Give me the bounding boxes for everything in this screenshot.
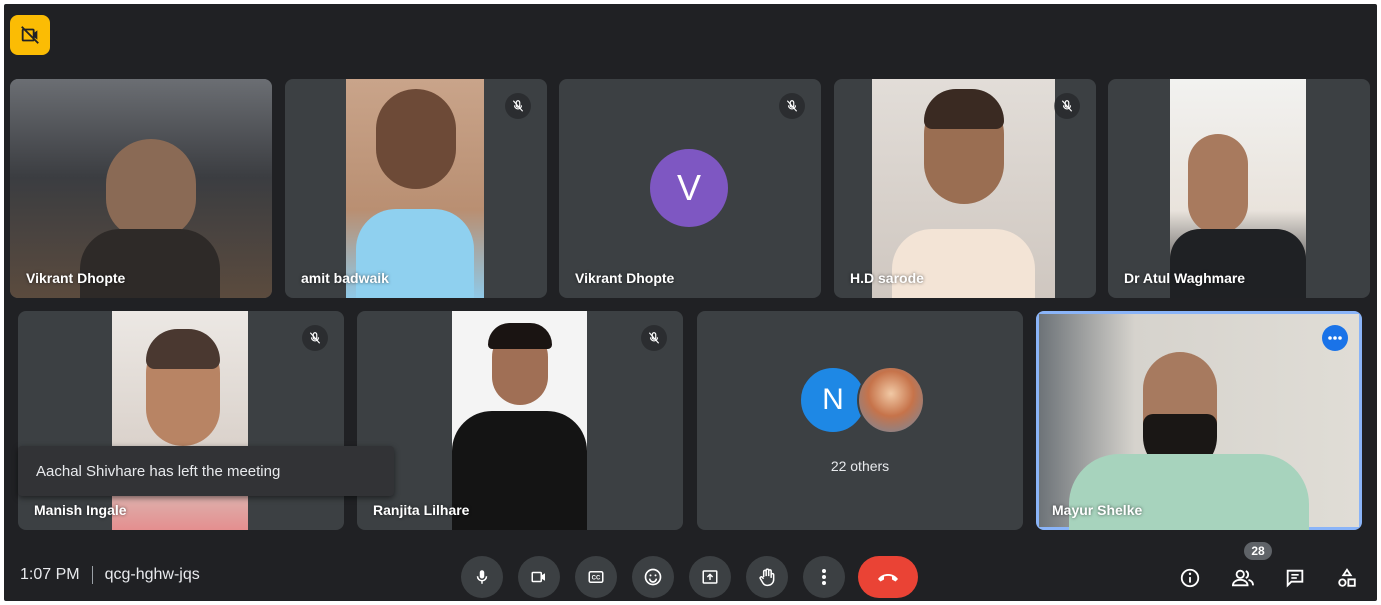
participant-name: Mayur Shelke — [1052, 502, 1143, 518]
meeting-time: 1:07 PM — [20, 566, 80, 583]
hang-up-icon — [878, 574, 898, 582]
mic-off-icon — [641, 325, 667, 351]
notification-toast: Aachal Shivhare has left the meeting — [18, 446, 394, 496]
participant-avatar-photo — [857, 366, 925, 434]
emoji-button[interactable] — [632, 556, 674, 598]
people-count-badge: 28 — [1244, 542, 1272, 560]
recording-indicator-icon[interactable] — [10, 15, 50, 55]
participant-video — [1039, 314, 1359, 530]
participant-tile[interactable]: H.D sarode — [834, 79, 1096, 298]
meeting-info: 1:07 PM qcg-hghw-jqs — [20, 566, 200, 584]
mic-off-icon — [1054, 93, 1080, 119]
present-icon — [702, 570, 718, 584]
captions-button[interactable]: CC — [575, 556, 617, 598]
participant-tile[interactable]: Mayur Shelke — [1036, 311, 1362, 530]
participant-tile[interactable]: Manish Ingale — [18, 311, 344, 530]
present-button[interactable] — [689, 556, 731, 598]
activities-icon — [1338, 568, 1356, 587]
microphone-icon — [476, 570, 488, 584]
camera-icon — [531, 571, 545, 583]
info-icon — [1180, 568, 1200, 588]
chat-button[interactable] — [1279, 562, 1311, 594]
participant-name: Vikrant Dhopte — [575, 270, 675, 286]
captions-icon: CC — [588, 571, 604, 583]
chat-icon — [1286, 569, 1304, 588]
participant-video — [10, 79, 272, 298]
others-count-label: 22 others — [830, 458, 890, 474]
participant-name: H.D sarode — [850, 270, 924, 286]
raise-hand-button[interactable] — [746, 556, 788, 598]
camera-button[interactable] — [518, 556, 560, 598]
svg-text:CC: CC — [592, 576, 601, 582]
mic-off-icon — [505, 93, 531, 119]
participant-name: Ranjita Lilhare — [373, 502, 470, 518]
participant-video — [872, 79, 1055, 298]
participant-video — [452, 311, 587, 530]
participant-name: Dr Atul Waghmare — [1124, 270, 1246, 286]
participant-tile[interactable]: Ranjita Lilhare — [357, 311, 683, 530]
microphone-button[interactable] — [461, 556, 503, 598]
participant-name: Manish Ingale — [34, 502, 127, 518]
people-icon — [1231, 569, 1254, 587]
divider — [91, 566, 93, 584]
participant-name: Vikrant Dhopte — [26, 270, 126, 286]
people-button[interactable] — [1227, 562, 1259, 594]
more-options-icon — [822, 569, 826, 585]
participant-name: amit badwaik — [301, 270, 389, 286]
participant-video — [346, 79, 484, 298]
participant-tile[interactable]: amit badwaik — [285, 79, 547, 298]
activities-button[interactable] — [1331, 562, 1363, 594]
mic-off-icon — [779, 93, 805, 119]
more-options-icon[interactable] — [1322, 325, 1348, 351]
meeting-code: qcg-hghw-jqs — [104, 566, 200, 583]
mic-off-icon — [302, 325, 328, 351]
info-button[interactable] — [1174, 562, 1206, 594]
participant-tile[interactable]: Dr Atul Waghmare — [1108, 79, 1370, 298]
others-tile[interactable]: N 22 others — [697, 311, 1023, 530]
participant-tile[interactable]: Vikrant Dhopte — [10, 79, 272, 298]
raise-hand-icon — [759, 568, 775, 587]
participant-tile[interactable]: V Vikrant Dhopte — [559, 79, 821, 298]
more-options-button[interactable] — [803, 556, 845, 598]
participant-video — [112, 311, 248, 530]
participant-avatar: V — [650, 149, 728, 227]
hang-up-button[interactable] — [858, 556, 918, 598]
participant-video — [1170, 79, 1306, 298]
emoji-icon — [644, 568, 662, 586]
